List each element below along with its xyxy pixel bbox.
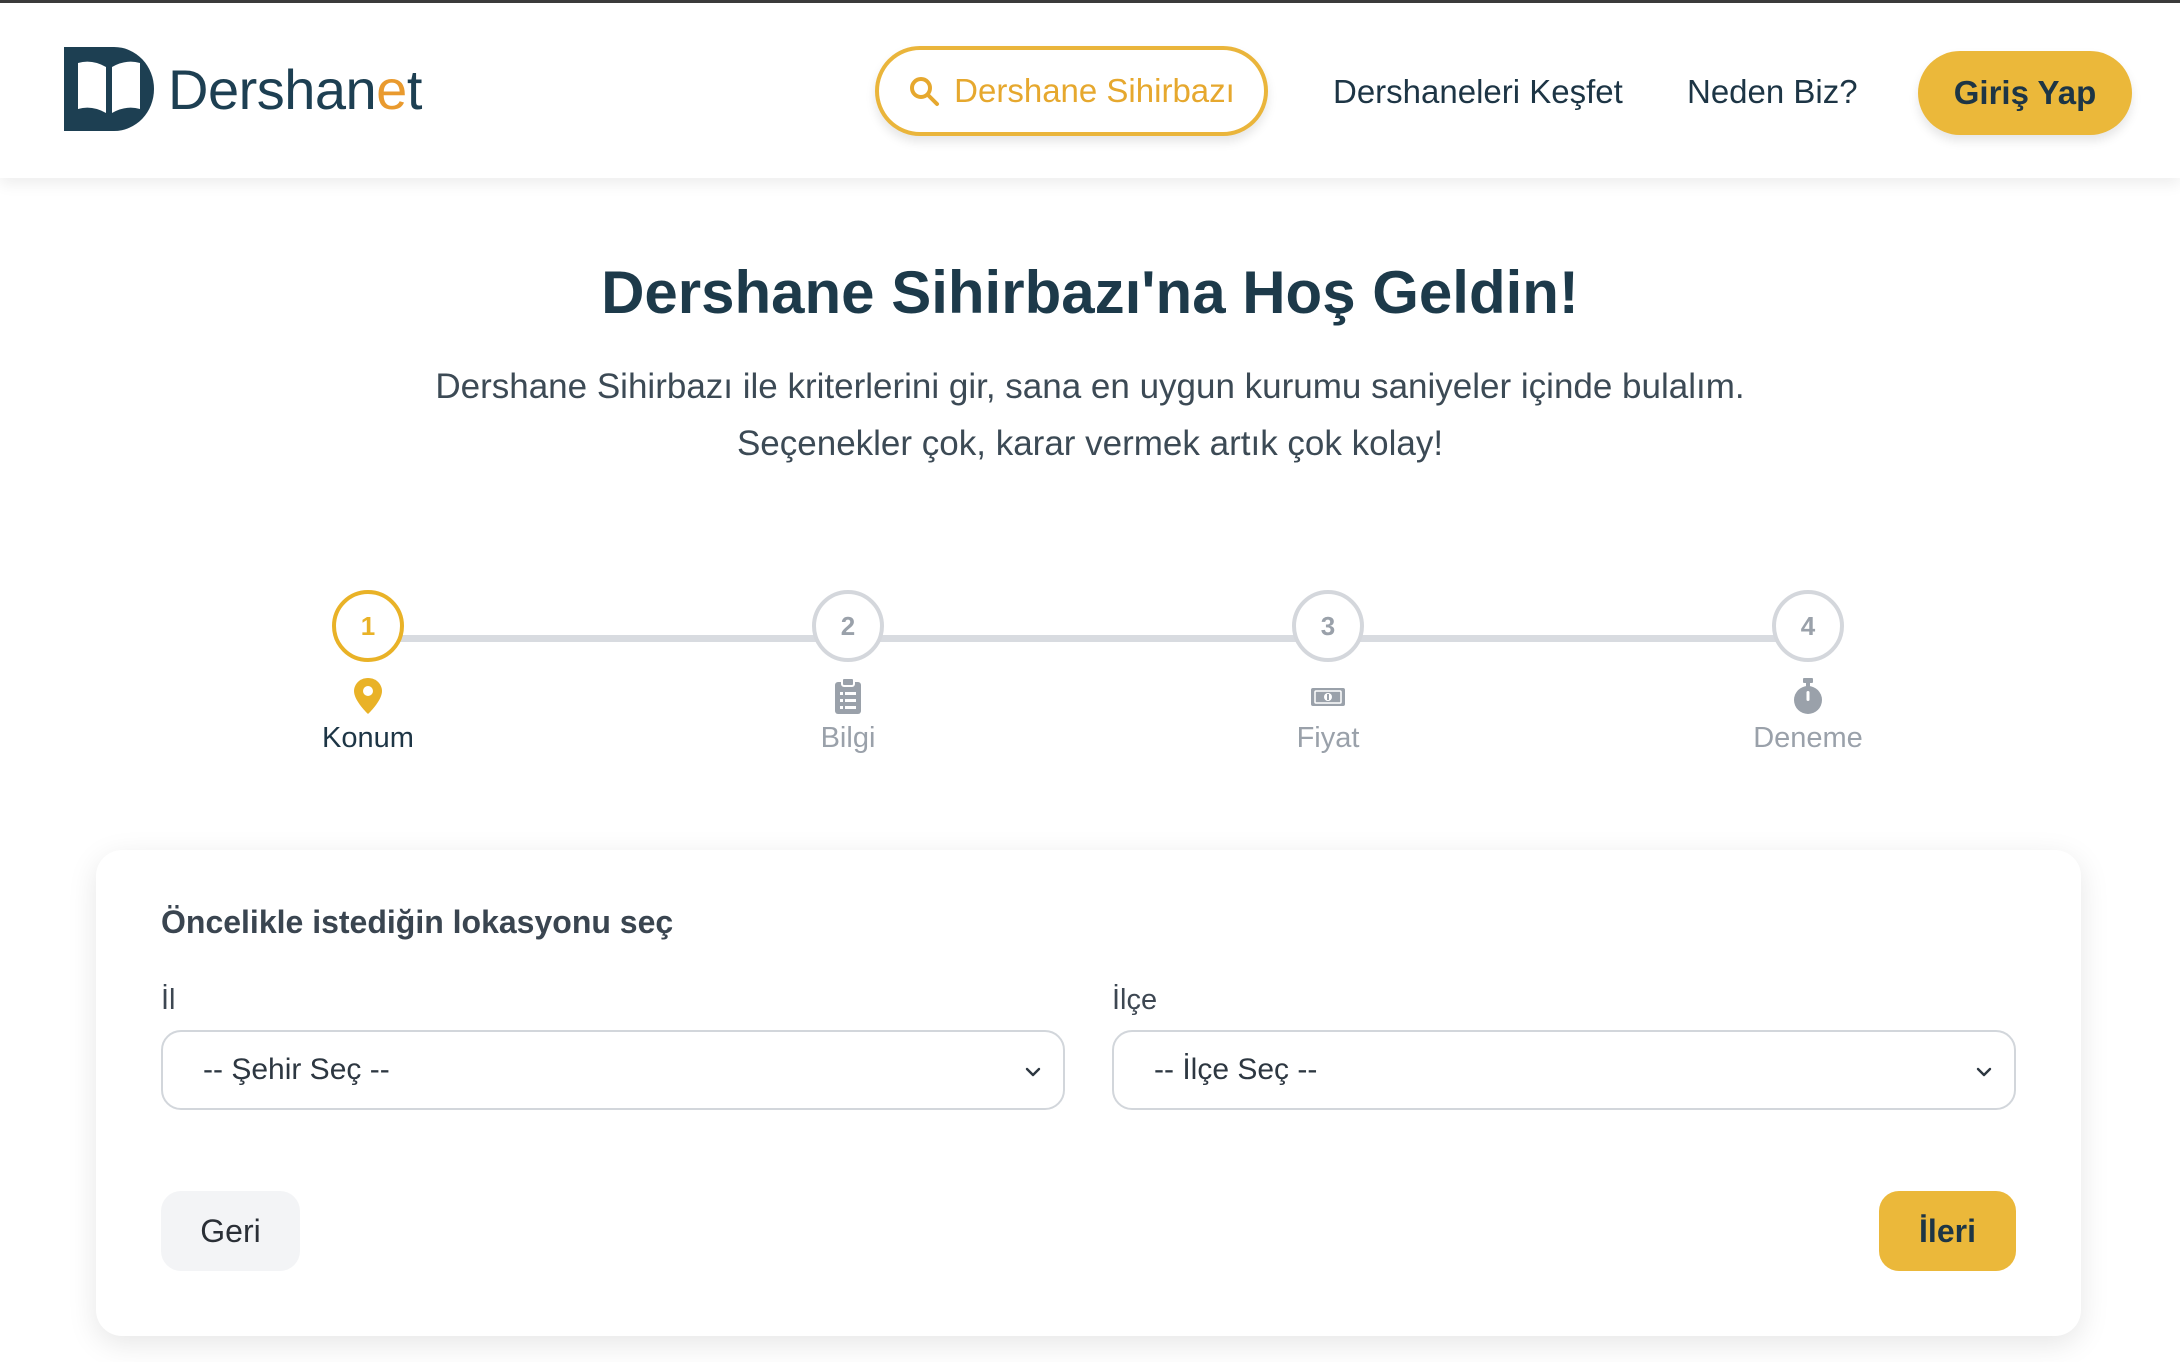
step-label: Konum: [322, 722, 414, 754]
logo[interactable]: Dershan e t: [64, 47, 422, 131]
banknote-icon: [1311, 688, 1345, 706]
step-label: Bilgi: [820, 722, 876, 754]
nav-wizard-button[interactable]: Dershane Sihirbazı: [875, 46, 1268, 136]
wizard-stepper: 1 Konum 2 Bilgi 3 Fiyat 4 Deneme: [0, 590, 2180, 770]
step-label: Deneme: [1753, 722, 1863, 754]
next-button[interactable]: İleri: [1879, 1191, 2016, 1271]
search-icon: [910, 77, 940, 106]
site-header: Dershan e t Dershane Sihirbazı Dershaneler…: [0, 3, 2180, 178]
form-title: Öncelikle istediğin lokasyonu seç: [161, 904, 674, 940]
chevron-down-icon: [1976, 1067, 1992, 1077]
nav-link-why-us[interactable]: Neden Biz?: [1687, 73, 1858, 111]
step-deneme[interactable]: 4 Deneme: [1688, 590, 1928, 755]
step-number: 4: [1772, 590, 1844, 662]
subtitle-line-1: Dershane Sihirbazı ile kriterlerini gir,…: [435, 367, 1745, 406]
page-subtitle: Dershane Sihirbazı ile kriterlerini gir,…: [0, 358, 2180, 472]
step-number: 3: [1292, 590, 1364, 662]
step-fiyat[interactable]: 3 Fiyat: [1208, 590, 1448, 755]
location-form-card: Öncelikle istediğin lokasyonu seç İl -- …: [96, 850, 2081, 1336]
city-label: İl: [161, 984, 176, 1016]
map-pin-icon: [354, 678, 382, 714]
clipboard-list-icon: [835, 677, 861, 714]
district-select-value: -- İlçe Seç --: [1154, 1053, 1318, 1086]
stopwatch-icon: [1794, 678, 1822, 714]
city-select[interactable]: -- Şehir Seç --: [161, 1030, 1065, 1110]
logo-text-main: Dershan: [168, 57, 377, 121]
book-logo-icon: [64, 47, 154, 131]
subtitle-line-2: Seçenekler çok, karar vermek artık çok k…: [736, 424, 1444, 463]
nav-link-explore[interactable]: Dershaneleri Keşfet: [1333, 73, 1623, 111]
step-number: 2: [812, 590, 884, 662]
step-number: 1: [332, 590, 404, 662]
step-label: Fiyat: [1296, 722, 1360, 754]
logo-text-tail: t: [406, 57, 423, 121]
district-select[interactable]: -- İlçe Seç --: [1112, 1030, 2016, 1110]
nav-wizard-label: Dershane Sihirbazı: [954, 72, 1235, 109]
step-konum[interactable]: 1 Konum: [248, 590, 488, 755]
login-button[interactable]: Giriş Yap: [1918, 51, 2132, 135]
logo-text-accent: e: [376, 57, 407, 121]
logo-text: Dershan e t: [168, 57, 422, 122]
district-label: İlçe: [1112, 984, 1158, 1016]
chevron-down-icon: [1025, 1067, 1041, 1077]
page-title: Dershane Sihirbazı'na Hoş Geldin!: [601, 259, 1579, 326]
back-button[interactable]: Geri: [161, 1191, 300, 1271]
city-select-value: -- Şehir Seç --: [203, 1053, 390, 1086]
step-bilgi[interactable]: 2 Bilgi: [728, 590, 968, 755]
